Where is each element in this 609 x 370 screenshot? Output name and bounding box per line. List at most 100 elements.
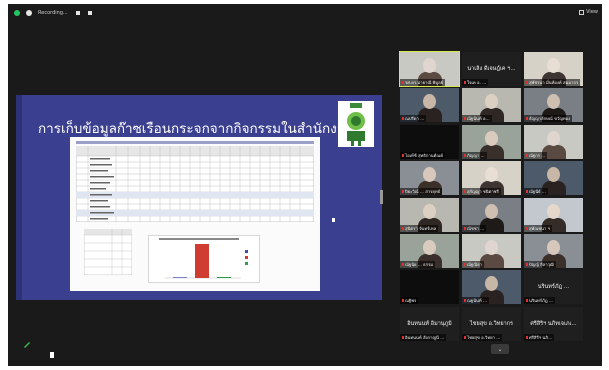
participant-tile[interactable]: สุกัญญา ชนิตาชรี (462, 161, 521, 196)
muted-mic-icon (464, 117, 466, 121)
annotate-pencil-icon[interactable] (22, 334, 32, 348)
muted-mic-icon (402, 226, 404, 230)
participant-tile[interactable]: ณปรีดา ... (400, 88, 459, 123)
emissions-bar-chart (148, 235, 260, 283)
participant-name-text: ไอเท้ซ์ สุทธิกานต์ณค์ (405, 152, 444, 158)
zoom-window: Recording... View การเก็บข้อมูลก๊าซเรือน… (8, 4, 602, 366)
participant-tile[interactable]: ศรีสิริฯ นภิทเจเภเ... ศรีสิรีฯ นภิ... (524, 306, 583, 341)
muted-mic-icon (464, 153, 466, 157)
participant-display-name: นรินทร์ภัฎ ... (537, 284, 570, 291)
participant-name-text: ณัฐกร ... (529, 152, 546, 158)
muted-mic-icon (464, 190, 466, 194)
participant-tile[interactable]: ณฐนันท์ ... (462, 270, 521, 305)
participant-tile[interactable]: ณัฐนีย์ ... (524, 161, 583, 196)
muted-mic-icon (402, 263, 404, 266)
participant-name-text: ใจเค อ. ... (467, 80, 487, 85)
participant-video-face (423, 94, 436, 110)
participant-tile[interactable]: ปัญญ์ ลีลาวุฒิ (524, 234, 583, 268)
mouse-cursor (50, 352, 54, 358)
participant-name-label: สุพัณชนา ฯ (524, 224, 552, 232)
participant-tile[interactable]: ณัฐนันท์ อ... (462, 88, 521, 123)
participant-name-text: อินทนนท์ สังกาญูนี ... (405, 334, 445, 340)
participant-tile[interactable]: สุพัณชนา ฯ (524, 197, 583, 232)
slide-document-image (70, 137, 320, 291)
participant-video-face (485, 276, 498, 292)
muted-mic-icon (526, 117, 528, 121)
participant-name-label: ไชยสุข อ.วิทยา ... (462, 333, 503, 341)
participant-video-face (547, 58, 560, 73)
chart-bar-2 (195, 244, 209, 278)
participant-tile[interactable]: ณฐิพร (400, 270, 459, 305)
muted-mic-icon (402, 335, 404, 339)
gallery-next-page-button[interactable]: ⌄ (491, 344, 509, 354)
legend-swatch-2 (245, 256, 248, 259)
recording-label: Recording... (38, 10, 68, 16)
participant-name-label: ปิยะวิณ์ ... สารยุทธ์ (400, 188, 443, 196)
participant-tile[interactable]: สุนิตรา จันทร์เหล (400, 197, 459, 232)
participant-name-label: ณัฐนีย์ ... (524, 188, 548, 196)
participant-name-label: ณัฐกร ... (524, 151, 548, 159)
participant-tile[interactable]: ปิยะวิณ์ ... สารยุทธ์ (400, 161, 459, 196)
muted-mic-icon (402, 299, 404, 303)
muted-mic-icon (402, 153, 404, 157)
participant-video-face (423, 240, 436, 255)
slide-left-band (16, 95, 22, 300)
participant-name-label: ณปรีดา ... (400, 115, 427, 123)
participant-display-name: ไชยสุข อ.วิทยากร (470, 320, 513, 327)
shared-screen[interactable]: การเก็บข้อมูลก๊าซเรือนกระจกจากกิจกรรมในส… (16, 95, 382, 300)
participant-tile[interactable]: ไอเท้ซ์ สุทธิกานต์ณค์ (400, 124, 459, 159)
slide-title: การเก็บข้อมูลก๊าซเรือนกระจกจากกิจกรรมในส… (38, 121, 354, 137)
split-view-handle[interactable] (380, 190, 383, 204)
participant-tile[interactable]: ณัฐณียา (462, 234, 521, 268)
chart-bar-3 (217, 276, 231, 278)
participant-video-face (485, 94, 498, 110)
summary-table-image (84, 229, 132, 275)
muted-mic-icon (526, 81, 528, 84)
participant-tile[interactable]: นรินทร์ภัฎ ... นรินทร์ภัฎ ... (524, 270, 583, 305)
participant-name-label: ไอเท้ซ์ สุทธิกานต์ณค์ (400, 151, 446, 159)
participant-tile[interactable]: ภิญญา ... (462, 124, 521, 159)
muted-mic-icon (526, 299, 528, 303)
participant-display-name: อินทนนท์ อิมานุภูมิ (407, 320, 452, 327)
muted-mic-icon (464, 226, 466, 230)
meeting-topbar: Recording... (8, 4, 602, 22)
participant-tile[interactable]: ธัญญาลักษณ์ ขวัญทอง (524, 88, 583, 123)
participant-video-face (485, 167, 498, 183)
participant-name-label: สุพัชรนา มั่นท้องค์ สมมากร (524, 79, 581, 86)
participant-tile[interactable]: ไชยสุข อ.วิทยากรไชยสุข อ.วิทยา ... (462, 306, 521, 341)
participant-name-text: ณัฐนัย ... ธรรม (405, 262, 433, 267)
security-shield-icon[interactable] (14, 10, 20, 16)
participant-name-label: ณัชชา ... (462, 224, 487, 232)
participant-name-text: ศรีสิรีฯ นภิ... (529, 334, 553, 340)
participant-name-text: สุนิตรา จันทร์เหล (405, 225, 437, 231)
participant-video-face (547, 240, 560, 255)
document-header (76, 141, 314, 144)
participant-name-label: ณฐิพร (400, 297, 419, 305)
view-button[interactable]: View (579, 9, 598, 15)
pause-recording-icon[interactable] (75, 11, 80, 15)
muted-mic-icon (464, 335, 466, 339)
chevron-down-icon: ⌄ (497, 345, 503, 353)
participant-name-text: ณปรีดา ... (405, 116, 425, 122)
participant-name-label: อินทนนท์ สังกาญูนี ... (400, 333, 447, 341)
participant-name-text: ภิญญา ... (467, 152, 485, 158)
legend-swatch-3 (245, 262, 248, 265)
participant-video-face (547, 167, 560, 183)
participant-video-face (485, 240, 498, 255)
muted-mic-icon (402, 190, 404, 194)
participant-tile[interactable]: สุพัชรนา มั่นท้องค์ สมมากร (524, 52, 583, 86)
stop-recording-icon[interactable] (87, 11, 92, 15)
slide-logo (338, 101, 374, 147)
participant-tile[interactable]: ณัฐกร ... (524, 124, 583, 159)
participant-tile[interactable]: นาเลิง ดีเจษฎ์เค ฯ... ใจเค อ. ... (462, 52, 521, 86)
participant-video-face (485, 203, 498, 219)
participant-name-label: ณัฐนันท์ อ... (462, 115, 492, 123)
participant-tile[interactable]: ณัชชา ... (462, 197, 521, 232)
participant-video-face (547, 130, 560, 146)
participant-name-label: ใจเค อ. ... (462, 79, 489, 86)
participant-name-text: ณัชชา ... (467, 225, 485, 231)
participant-name-text: นรินทร์ภัฎ ... (529, 298, 553, 304)
participant-tile[interactable]: ณัฐนัย ... ธรรม (400, 234, 459, 268)
participant-tile[interactable]: อินทนนท์ อิมานุภูมิอินทนนท์ สังกาญูนี ..… (400, 306, 459, 341)
participant-tile[interactable]: รศ.ดร.ม่ายาณี พิบูลย์ (399, 51, 460, 87)
